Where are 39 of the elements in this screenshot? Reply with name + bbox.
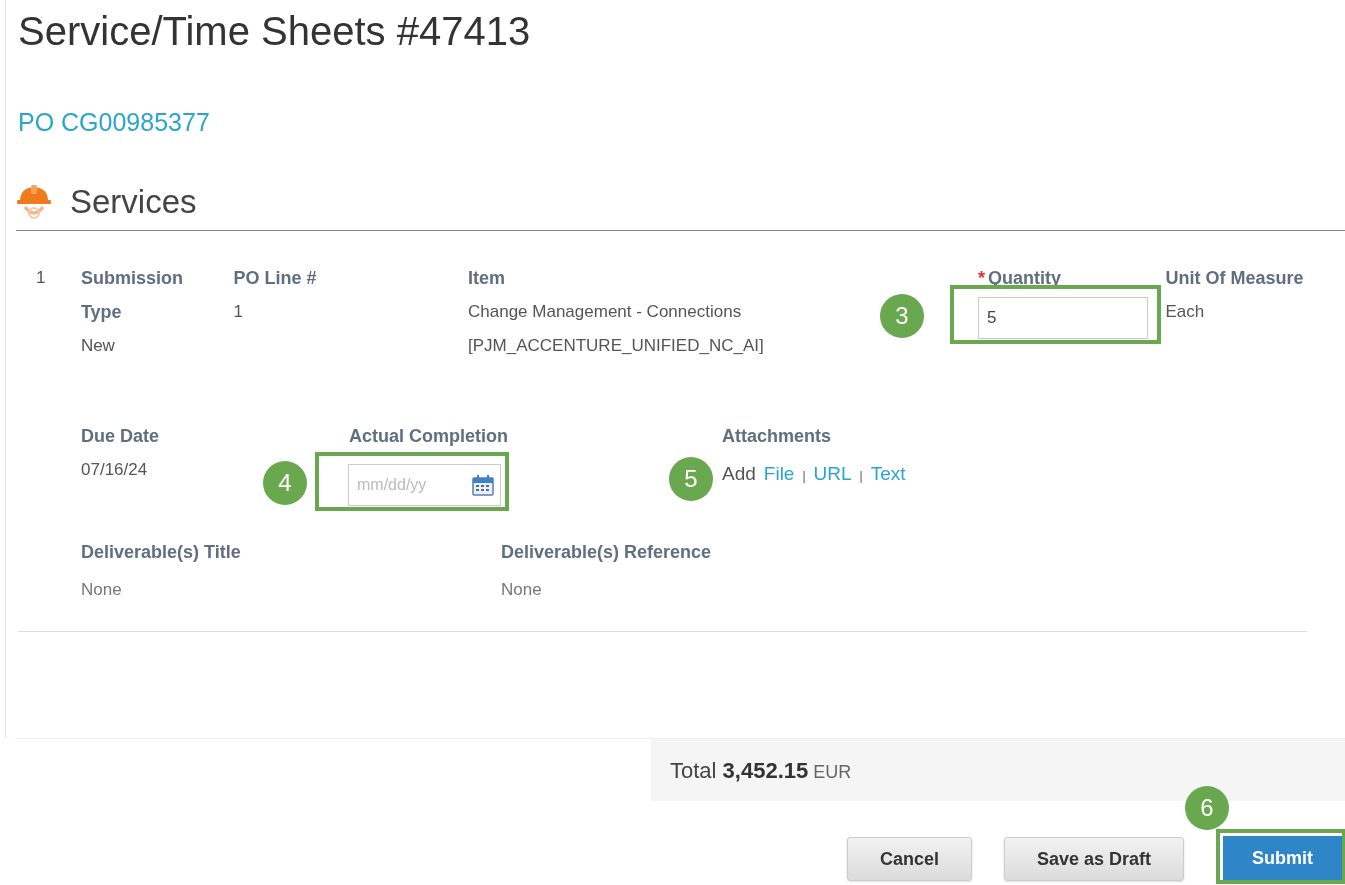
field-value: New <box>80 335 116 357</box>
po-link[interactable]: PO CG00985377 <box>18 106 210 138</box>
field-label: Due Date <box>81 425 161 448</box>
section-title: Services <box>70 182 197 222</box>
link-separator: | <box>802 468 806 485</box>
field-value: None <box>81 579 122 601</box>
quantity-input[interactable]: 5 <box>977 297 1148 339</box>
field-label: Attachments <box>722 425 833 448</box>
field-value: 1 <box>233 301 244 323</box>
field-label: Actual Completion <box>349 425 509 448</box>
action-button[interactable]: Cancel <box>846 837 972 881</box>
field-value: Change Management - Connections [PJM_ACCENTURE_UNIFIED_NC_AI] <box>468 301 765 357</box>
field-label: Deliverable(s) Title <box>81 541 242 564</box>
link-separator: | <box>859 468 863 485</box>
field-label: Unit Of Measure <box>1165 267 1305 290</box>
callout-badge: 4 <box>263 461 307 505</box>
date-input[interactable]: mm/dd/yy <box>348 464 501 506</box>
page-title: Service/Time Sheets #47413 <box>18 8 532 54</box>
attachments-add-label: Add <box>722 462 756 486</box>
required-asterisk: * <box>977 267 985 290</box>
callout-badge: 6 <box>1185 786 1229 830</box>
hard-hat-gear-icon <box>16 183 52 221</box>
field-label: Item <box>468 267 507 290</box>
calendar-icon[interactable] <box>471 473 495 497</box>
total-text: Total 3,452.15 EUR <box>670 756 852 785</box>
field-label: PO Line # <box>233 267 318 290</box>
field-label: Submission Type <box>80 267 184 324</box>
submit-button[interactable]: Submit <box>1223 836 1342 880</box>
field-value: Each <box>1165 301 1205 323</box>
callout-badge: 3 <box>879 294 924 338</box>
field-value: None <box>501 579 542 601</box>
action-button[interactable]: Save as Draft <box>1003 837 1184 881</box>
attachment-link[interactable]: URL <box>813 457 852 491</box>
field-value: 07/16/24 <box>81 459 148 481</box>
callout-badge: 5 <box>669 457 713 501</box>
line-number: 1 <box>35 267 47 289</box>
attachment-link[interactable]: File <box>763 457 795 491</box>
field-label: Deliverable(s) Reference <box>501 541 713 564</box>
attachment-link[interactable]: Text <box>870 457 906 491</box>
